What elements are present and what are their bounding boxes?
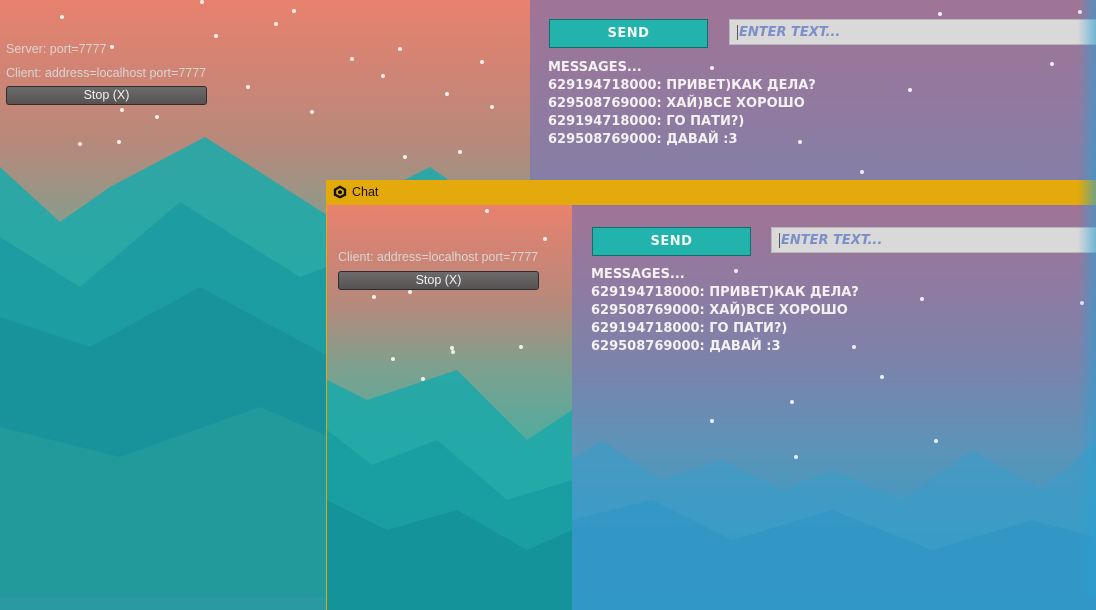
- client-status-text: Client: address=localhost port=7777: [6, 66, 207, 80]
- window-edge-glow: [1078, 0, 1096, 597]
- message-item: 629508769000: ДАВАЙ :3: [548, 132, 738, 147]
- send-button[interactable]: SEND: [592, 227, 751, 256]
- text-caret: [737, 25, 738, 40]
- message-item: 629194718000: ПРИВЕТ)КАК ДЕЛА?: [548, 78, 816, 93]
- message-item: 629194718000: ГО ПАТИ?): [548, 114, 745, 129]
- chat-window: Chat Client: address=localhost port=7777…: [326, 180, 1096, 610]
- chat-titlebar[interactable]: Chat: [327, 180, 1096, 205]
- chat-left-panel: Client: address=localhost port=7777 Stop…: [327, 205, 572, 610]
- window-title: Chat: [352, 185, 379, 199]
- send-button[interactable]: SEND: [549, 19, 708, 48]
- message-item: 629508769000: ХАЙ)ВСЕ ХОРОШО: [548, 96, 805, 111]
- unity-logo-icon: [333, 185, 347, 199]
- message-input-placeholder: ENTER TEXT...: [739, 25, 841, 40]
- messages-list: MESSAGES... 629194718000: ПРИВЕТ)КАК ДЕЛ…: [548, 59, 816, 149]
- client-status-text: Client: address=localhost port=7777: [338, 250, 539, 264]
- message-input[interactable]: ENTER TEXT...: [729, 19, 1096, 45]
- messages-header: MESSAGES...: [591, 267, 685, 282]
- stop-button[interactable]: Stop (X): [6, 86, 207, 105]
- message-item: 629508769000: ДАВАЙ :3: [591, 339, 781, 354]
- stop-button[interactable]: Stop (X): [338, 271, 539, 290]
- chat-right-panel: SEND ENTER TEXT... MESSAGES... 629194718…: [572, 205, 1096, 610]
- text-caret: [779, 233, 780, 248]
- message-input[interactable]: ENTER TEXT...: [771, 227, 1096, 253]
- mountain-background: [572, 440, 1096, 610]
- messages-header: MESSAGES...: [548, 60, 642, 75]
- message-input-placeholder: ENTER TEXT...: [781, 233, 883, 248]
- message-item: 629508769000: ХАЙ)ВСЕ ХОРОШО: [591, 303, 848, 318]
- server-status-text: Server: port=7777: [6, 42, 107, 56]
- message-item: 629194718000: ПРИВЕТ)КАК ДЕЛА?: [591, 285, 859, 300]
- mountain-background: [327, 370, 572, 610]
- messages-list: MESSAGES... 629194718000: ПРИВЕТ)КАК ДЕЛ…: [591, 266, 859, 356]
- message-item: 629194718000: ГО ПАТИ?): [591, 321, 788, 336]
